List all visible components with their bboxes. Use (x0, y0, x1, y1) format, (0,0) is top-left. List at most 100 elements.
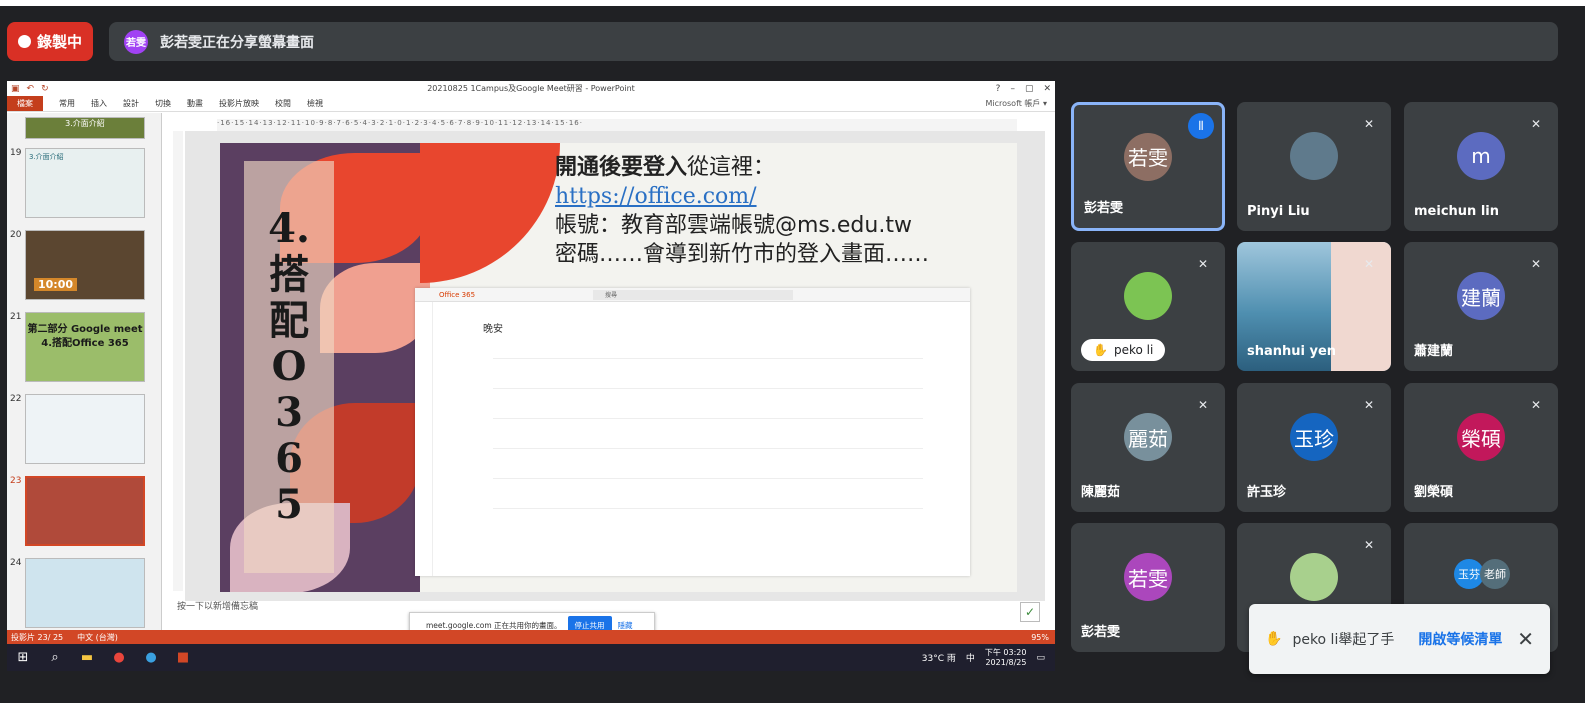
mic-off-icon: ✕ (1197, 257, 1209, 271)
presenter-avatar: 若雯 (124, 29, 148, 54)
slide-thumb-21[interactable]: 第二部分 Google meet 4.搭配Office 365 (25, 312, 145, 382)
edge-icon[interactable]: ● (135, 644, 167, 671)
slide-text: 開通後要登入從這裡： https://office.com/ 帳號：教育部雲端帳… (555, 155, 930, 267)
participant-name: 許玉珍 (1247, 485, 1287, 500)
slide-thumb-24[interactable] (25, 558, 145, 628)
participant-tile[interactable]: 玉珍 ✕ 許玉珍 (1237, 383, 1391, 512)
recording-indicator[interactable]: 錄製中 (7, 22, 93, 61)
leaf-shape (420, 143, 560, 283)
slide-thumb-20[interactable]: 10:00 (25, 230, 145, 300)
recording-label: 錄製中 (36, 33, 82, 51)
participant-tile[interactable]: 榮碩 ✕ 劉榮碩 (1404, 383, 1558, 512)
tab-insert[interactable]: 插入 (91, 98, 107, 109)
participant-name: 蕭建蘭 (1414, 344, 1454, 359)
quick-access-toolbar[interactable]: ▣ ↶ ↻ (11, 84, 49, 94)
tab-home[interactable]: 常用 (59, 98, 75, 109)
undo-icon[interactable]: ↶ (27, 84, 35, 94)
tab-transitions[interactable]: 切換 (155, 98, 171, 109)
record-dot-icon (17, 35, 31, 48)
raised-hand-badge: ✋ peko li (1081, 339, 1166, 361)
frog-avatar (1124, 272, 1172, 321)
save-icon[interactable]: ▣ (11, 84, 20, 94)
mic-off-icon: ✕ (1530, 117, 1542, 131)
hand-icon: ✋ (1093, 343, 1108, 357)
notes-pane[interactable]: 按一下以新增備忘稿 (177, 599, 258, 612)
raised-hand-toast: ✋ peko li舉起了手 開啟等候清單 ✕ (1249, 604, 1550, 674)
hand-icon: ✋ (1265, 631, 1283, 647)
participant-tile[interactable]: 若雯 彭若雯 (1071, 523, 1225, 652)
participant-tile[interactable]: ✕ ✋ peko li (1071, 242, 1225, 371)
slide-num-24: 24 (10, 558, 22, 568)
close-icon[interactable]: ✕ (1043, 84, 1051, 94)
slide-thumb-23[interactable] (25, 476, 145, 546)
hide-button[interactable]: 隱藏 (618, 620, 633, 631)
participant-name: shanhui yen (1247, 344, 1337, 359)
vertical-ruler (173, 131, 183, 591)
speaking-icon: ⦀ (1188, 113, 1214, 139)
participant-tile[interactable]: m ✕ meichun lin (1404, 102, 1558, 231)
search-icon[interactable]: ⌕ (39, 644, 71, 671)
ppt-titlebar: ▣ ↶ ↻ 20210825 1Campus及Google Meet研習 - Pow… (7, 81, 1055, 96)
participant-avatar: 建蘭 (1457, 272, 1505, 321)
participant-avatar: 若雯 (1124, 553, 1172, 602)
participant-tile[interactable]: 麗茹 ✕ 陳麗茹 (1071, 383, 1225, 512)
mic-off-icon: ✕ (1363, 257, 1375, 271)
restore-icon[interactable]: ▢ (1025, 84, 1034, 94)
tab-animations[interactable]: 動畫 (187, 98, 203, 109)
group-avatar: 老師 (1480, 559, 1510, 589)
language-status: 中文 (台灣) (77, 632, 118, 642)
participant-name: 陳麗茹 (1081, 485, 1121, 500)
participant-tile[interactable]: 若雯 ⦀ 彭若雯 (1071, 102, 1225, 231)
ppt-window-title: 20210825 1Campus及Google Meet研習 - PowerPo… (427, 84, 635, 93)
close-icon[interactable]: ✕ (1517, 627, 1534, 651)
tab-slideshow[interactable]: 投影片放映 (219, 98, 259, 109)
participant-avatar: 玉珍 (1290, 413, 1338, 462)
powerpoint-icon[interactable]: ■ (167, 644, 199, 671)
chrome-icon[interactable]: ● (103, 644, 135, 671)
leaf-shape (320, 263, 430, 353)
clock[interactable]: 下午 03:20 2021/8/25 (985, 648, 1027, 668)
ppt-statusbar: 投影片 23/ 25 中文 (台灣) 95% (7, 630, 1055, 644)
participant-avatar: 麗茹 (1124, 413, 1172, 462)
slide-thumb-top[interactable]: 3.介面介紹 (25, 117, 145, 139)
zoom-level[interactable]: 95% (1031, 633, 1055, 642)
mic-off-icon: ✕ (1197, 398, 1209, 412)
slide-thumbnails: 3.介面介紹 19 3.介面介紹 20 10:00 21 第二部分 Google… (7, 113, 162, 633)
participant-name: 彭若雯 (1081, 625, 1121, 640)
participant-tile[interactable]: ✕ shanhui yen (1237, 242, 1391, 371)
redo-icon[interactable]: ↻ (41, 84, 49, 94)
current-slide[interactable]: 4. 搭配 O 3 6 5 開通後要登入從這裡： https://office.com/ … (220, 143, 1017, 592)
toast-text: peko li舉起了手 (1292, 632, 1395, 648)
open-queue-button[interactable]: 開啟等候清單 (1418, 629, 1502, 649)
windows-start-icon[interactable]: ⊞ (7, 644, 39, 671)
notification-icon[interactable]: ▭ (1036, 653, 1045, 663)
file-explorer-icon[interactable]: ▬ (71, 644, 103, 671)
ime-indicator[interactable]: 中 (966, 651, 975, 664)
check-icon[interactable]: ✓ (1020, 602, 1040, 622)
slide-counter: 投影片 23/ 25 (11, 632, 64, 642)
slide-num-20: 20 (10, 230, 22, 240)
tab-view[interactable]: 檢視 (307, 98, 323, 109)
slide-thumb-22[interactable] (25, 394, 145, 464)
office-link[interactable]: https://office.com/ (555, 184, 757, 209)
slide-num-21: 21 (10, 312, 22, 322)
weather-status[interactable]: 33°C 雨 (922, 651, 956, 664)
system-tray: 33°C 雨 中 下午 03:20 2021/8/25 ▭ (922, 648, 1055, 668)
tab-design[interactable]: 設計 (123, 98, 139, 109)
office365-screenshot: Office 365 搜尋 晚安 (415, 288, 970, 576)
horizontal-ruler: ·16·15·14·13·12·11·10·9·8·7·6·5·4·3·2·1·… (217, 119, 1017, 131)
tab-file[interactable]: 檔案 (7, 96, 43, 111)
participant-tile[interactable]: ✕ Pinyi Liu (1237, 102, 1391, 231)
slide-thumb-19[interactable]: 3.介面介紹 (25, 148, 145, 218)
slide-num-23: 23 (10, 476, 22, 486)
slide-num-19: 19 (10, 148, 22, 158)
participant-tile[interactable]: 建蘭 ✕ 蕭建蘭 (1404, 242, 1558, 371)
help-icon[interactable]: ? (996, 84, 1001, 94)
presenting-text: 彭若雯正在分享螢幕畫面 (160, 34, 314, 51)
share-notice: meet.google.com 正在共用你的畫面。 (426, 620, 562, 630)
minimize-icon[interactable]: – (1010, 84, 1015, 94)
top-strip (0, 0, 1585, 6)
tab-review[interactable]: 校閱 (275, 98, 291, 109)
account-label[interactable]: Microsoft 帳戶 ▾ (985, 98, 1047, 109)
participant-name: 劉榮碩 (1414, 485, 1454, 500)
